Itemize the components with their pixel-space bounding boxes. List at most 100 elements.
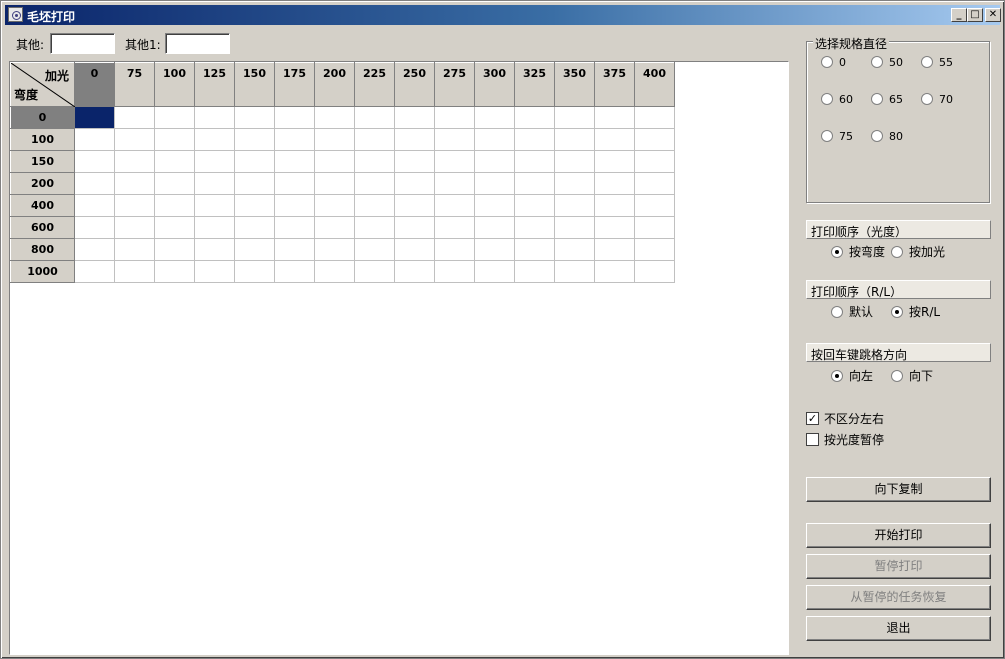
radio-order-default[interactable]: 默认 bbox=[831, 305, 873, 320]
grid-cell[interactable] bbox=[194, 106, 235, 129]
grid-cell[interactable] bbox=[634, 128, 675, 151]
grid-cell[interactable] bbox=[394, 194, 435, 217]
grid-cell[interactable] bbox=[434, 216, 475, 239]
grid-cell[interactable] bbox=[394, 238, 435, 261]
grid-cell[interactable] bbox=[114, 194, 155, 217]
grid-cell[interactable] bbox=[234, 194, 275, 217]
grid-cell[interactable] bbox=[554, 150, 595, 173]
radio-order-by-rl[interactable]: 按R/L bbox=[891, 305, 940, 320]
row-header[interactable]: 0 bbox=[10, 106, 75, 129]
grid-cell[interactable] bbox=[514, 172, 555, 195]
grid-cell[interactable] bbox=[234, 238, 275, 261]
grid-cell[interactable] bbox=[234, 216, 275, 239]
grid-cell[interactable] bbox=[194, 172, 235, 195]
grid-cell[interactable] bbox=[354, 106, 395, 129]
grid-cell[interactable] bbox=[354, 216, 395, 239]
grid-cell[interactable] bbox=[554, 216, 595, 239]
checkbox-no-lr-distinction[interactable]: ✓ 不区分左右 bbox=[806, 412, 884, 427]
grid-cell[interactable] bbox=[114, 172, 155, 195]
column-header[interactable]: 300 bbox=[474, 62, 515, 107]
grid-cell[interactable] bbox=[354, 238, 395, 261]
grid-cell[interactable] bbox=[114, 260, 155, 283]
row-header[interactable]: 150 bbox=[10, 150, 75, 173]
grid-cell[interactable] bbox=[154, 216, 195, 239]
grid-cell[interactable] bbox=[474, 150, 515, 173]
grid-cell[interactable] bbox=[234, 150, 275, 173]
grid-cell[interactable] bbox=[154, 106, 195, 129]
checkbox-pause-by-power[interactable]: 按光度暂停 bbox=[806, 433, 884, 448]
grid-cell[interactable] bbox=[194, 260, 235, 283]
grid-cell[interactable] bbox=[274, 194, 315, 217]
grid-cell[interactable] bbox=[634, 216, 675, 239]
grid-cell[interactable] bbox=[474, 260, 515, 283]
grid-cell[interactable] bbox=[394, 150, 435, 173]
grid-cell[interactable] bbox=[74, 238, 115, 261]
grid-cell[interactable] bbox=[434, 172, 475, 195]
column-header[interactable]: 75 bbox=[114, 62, 155, 107]
grid-cell[interactable] bbox=[314, 216, 355, 239]
radio-diameter-60[interactable]: 60 bbox=[821, 93, 853, 107]
column-header[interactable]: 0 bbox=[74, 62, 115, 107]
grid-cell[interactable] bbox=[234, 128, 275, 151]
radio-direction-down[interactable]: 向下 bbox=[891, 369, 933, 384]
resume-task-button[interactable]: 从暂停的任务恢复 bbox=[806, 585, 991, 610]
column-header[interactable]: 100 bbox=[154, 62, 195, 107]
grid-cell[interactable] bbox=[474, 238, 515, 261]
grid-cell[interactable] bbox=[514, 150, 555, 173]
grid-cell[interactable] bbox=[274, 238, 315, 261]
grid-cell[interactable] bbox=[554, 238, 595, 261]
grid-cell[interactable] bbox=[114, 216, 155, 239]
grid-cell[interactable] bbox=[434, 106, 475, 129]
radio-order-by-bend[interactable]: 按弯度 bbox=[831, 245, 885, 260]
grid-cell[interactable] bbox=[74, 260, 115, 283]
row-header[interactable]: 100 bbox=[10, 128, 75, 151]
grid-cell[interactable] bbox=[514, 106, 555, 129]
row-header[interactable]: 400 bbox=[10, 194, 75, 217]
radio-direction-left[interactable]: 向左 bbox=[831, 369, 873, 384]
grid-cell[interactable] bbox=[554, 260, 595, 283]
grid-cell[interactable] bbox=[434, 150, 475, 173]
grid-cell[interactable] bbox=[154, 238, 195, 261]
grid-cell[interactable] bbox=[274, 216, 315, 239]
minimize-button[interactable]: _ bbox=[951, 8, 967, 22]
grid-cell[interactable] bbox=[354, 260, 395, 283]
grid-cell[interactable] bbox=[274, 128, 315, 151]
grid-cell[interactable] bbox=[514, 194, 555, 217]
grid-cell[interactable] bbox=[394, 260, 435, 283]
grid-cell[interactable] bbox=[394, 216, 435, 239]
grid-cell[interactable] bbox=[154, 128, 195, 151]
grid-cell[interactable] bbox=[554, 194, 595, 217]
exit-button[interactable]: 退出 bbox=[806, 616, 991, 641]
other-input[interactable] bbox=[50, 33, 115, 54]
grid-cell[interactable] bbox=[514, 216, 555, 239]
grid-cell[interactable] bbox=[354, 128, 395, 151]
grid-cell[interactable] bbox=[394, 128, 435, 151]
pause-print-button[interactable]: 暂停打印 bbox=[806, 554, 991, 579]
grid-cell[interactable] bbox=[634, 238, 675, 261]
column-header[interactable]: 225 bbox=[354, 62, 395, 107]
column-header[interactable]: 350 bbox=[554, 62, 595, 107]
grid-cell[interactable] bbox=[274, 150, 315, 173]
grid-cell[interactable] bbox=[474, 172, 515, 195]
grid-cell[interactable] bbox=[594, 150, 635, 173]
grid-cell[interactable] bbox=[634, 150, 675, 173]
grid-cell[interactable] bbox=[314, 150, 355, 173]
grid-cell[interactable] bbox=[74, 172, 115, 195]
grid-cell[interactable] bbox=[634, 194, 675, 217]
grid-cell[interactable] bbox=[394, 172, 435, 195]
grid-cell[interactable] bbox=[234, 106, 275, 129]
grid-cell[interactable] bbox=[154, 260, 195, 283]
grid-cell[interactable] bbox=[554, 128, 595, 151]
row-header[interactable]: 800 bbox=[10, 238, 75, 261]
grid-cell[interactable] bbox=[114, 106, 155, 129]
grid-cell[interactable] bbox=[474, 194, 515, 217]
grid-cell[interactable] bbox=[474, 106, 515, 129]
grid-cell[interactable] bbox=[594, 128, 635, 151]
grid-cell[interactable] bbox=[274, 172, 315, 195]
radio-diameter-75[interactable]: 75 bbox=[821, 130, 853, 144]
grid-cell[interactable] bbox=[194, 150, 235, 173]
grid-cell[interactable] bbox=[234, 260, 275, 283]
radio-diameter-65[interactable]: 65 bbox=[871, 93, 903, 107]
grid-cell[interactable] bbox=[354, 172, 395, 195]
row-header[interactable]: 200 bbox=[10, 172, 75, 195]
